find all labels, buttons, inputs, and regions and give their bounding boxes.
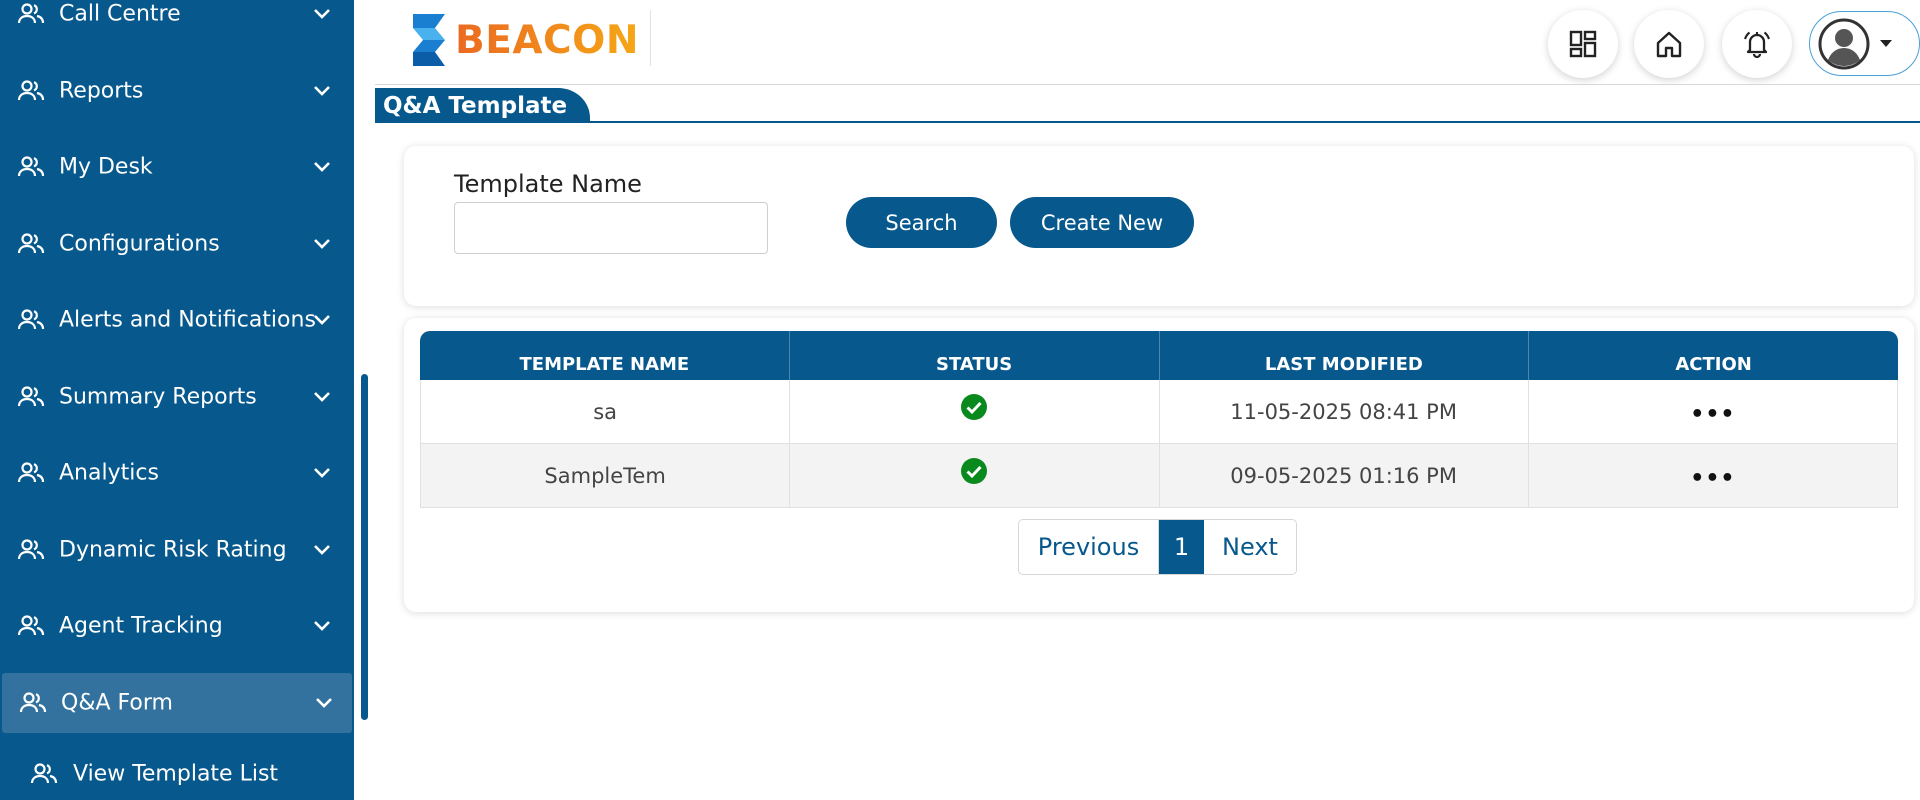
action-cell: •••	[1529, 444, 1898, 507]
users-icon	[17, 3, 45, 24]
more-actions-button[interactable]: •••	[1689, 462, 1737, 496]
chevron-down-icon	[314, 545, 330, 555]
chevron-down-icon	[314, 315, 330, 325]
sidebar-item-label: Configurations	[59, 231, 220, 257]
sidebar-subitem-view-template-list[interactable]: View Template List	[0, 748, 354, 800]
sidebar-item-label: Reports	[59, 78, 144, 104]
chevron-down-icon	[314, 9, 330, 19]
sidebar-item-label: Agent Tracking	[59, 613, 223, 639]
column-header-last-modified[interactable]: LAST MODIFIED	[1160, 331, 1530, 380]
status-cell	[790, 444, 1160, 507]
sidebar-item-label: Summary Reports	[59, 384, 257, 410]
page-title: Q&A Template	[375, 88, 590, 123]
create-new-button[interactable]: Create New	[1010, 197, 1194, 248]
sidebar-item-label: Q&A Form	[61, 690, 173, 716]
table-row: SampleTem 09-05-2025 01:16 PM •••	[420, 444, 1898, 508]
template-name-cell: SampleTem	[420, 444, 791, 507]
sidebar-item-reports[interactable]: Reports	[0, 61, 354, 121]
sidebar-item-label: Analytics	[59, 460, 159, 486]
more-actions-button[interactable]: •••	[1688, 397, 1737, 432]
users-icon	[17, 80, 45, 101]
users-icon	[19, 692, 47, 713]
chevron-down-icon	[314, 162, 330, 172]
table-header: TEMPLATE NAME STATUS LAST MODIFIED ACTIO…	[420, 331, 1898, 380]
users-icon	[17, 156, 45, 177]
template-name-cell: sa	[420, 380, 791, 443]
chevron-down-icon	[314, 468, 330, 478]
home-icon	[1656, 31, 1682, 58]
sidebar-item-my-desk[interactable]: My Desk	[0, 137, 354, 197]
logo-divider	[650, 10, 651, 66]
sidebar-item-dynamic-risk-rating[interactable]: Dynamic Risk Rating	[0, 520, 354, 580]
sidebar-item-label: Dynamic Risk Rating	[59, 537, 287, 563]
sidebar-scrollbar[interactable]	[361, 374, 368, 720]
sidebar-item-agent-tracking[interactable]: Agent Tracking	[0, 596, 354, 656]
chevron-down-icon	[316, 698, 332, 708]
users-icon	[30, 763, 58, 784]
sidebar-item-alerts-and-notifications[interactable]: Alerts and Notifications	[0, 290, 354, 350]
notifications-button[interactable]	[1722, 10, 1792, 78]
status-cell	[790, 380, 1160, 443]
chevron-down-icon	[314, 86, 330, 96]
sidebar-subitem-label: View Template List	[73, 761, 279, 787]
column-header-status[interactable]: STATUS	[790, 331, 1160, 380]
sidebar-item-summary-reports[interactable]: Summary Reports	[0, 367, 354, 427]
users-icon	[17, 233, 45, 254]
pagination: Previous 1 Next	[1018, 519, 1297, 575]
sidebar-item-qa-form[interactable]: Q&A Form	[2, 673, 352, 733]
caret-down-icon	[1880, 39, 1892, 47]
beacon-logo-icon	[413, 14, 445, 66]
previous-page-button[interactable]: Previous	[1019, 520, 1159, 574]
check-circle-icon	[961, 457, 988, 484]
users-icon	[17, 386, 45, 407]
last-modified-cell: 09-05-2025 01:16 PM	[1160, 444, 1529, 507]
users-icon	[17, 615, 45, 636]
column-header-action[interactable]: ACTION	[1529, 331, 1898, 380]
check-circle-icon	[961, 393, 988, 420]
chevron-down-icon	[314, 239, 330, 249]
page-title-underline	[375, 121, 1920, 123]
column-header-template-name[interactable]: TEMPLATE NAME	[420, 331, 790, 380]
sidebar-item-configurations[interactable]: Configurations	[0, 214, 354, 274]
next-page-button[interactable]: Next	[1204, 520, 1296, 574]
sidebar-item-label: Call Centre	[59, 1, 181, 27]
bell-icon	[1744, 31, 1770, 59]
template-name-label: Template Name	[454, 170, 642, 198]
beacon-logo[interactable]: BEACON	[405, 11, 650, 69]
page-1-button[interactable]: 1	[1159, 520, 1204, 574]
dashboard-icon	[1569, 30, 1597, 58]
logo-text: BEACON	[455, 17, 639, 63]
sidebar-item-label: My Desk	[59, 154, 153, 180]
users-icon	[17, 309, 45, 330]
chevron-down-icon	[314, 621, 330, 631]
action-cell: •••	[1529, 380, 1898, 443]
user-avatar-icon	[1818, 18, 1870, 69]
table-row: sa 11-05-2025 08:41 PM •••	[420, 380, 1898, 444]
profile-menu-button[interactable]	[1809, 11, 1920, 76]
search-button[interactable]: Search	[846, 197, 997, 248]
users-icon	[17, 539, 45, 560]
search-panel: Template Name Search Create New	[404, 146, 1914, 306]
chevron-down-icon	[314, 392, 330, 402]
template-name-input[interactable]	[454, 202, 768, 254]
sidebar-item-call-centre[interactable]: Call Centre	[0, 0, 354, 44]
home-button[interactable]	[1634, 10, 1704, 78]
template-table: TEMPLATE NAME STATUS LAST MODIFIED ACTIO…	[420, 331, 1898, 508]
sidebar-item-analytics[interactable]: Analytics	[0, 443, 354, 503]
last-modified-cell: 11-05-2025 08:41 PM	[1160, 380, 1529, 443]
dashboard-button[interactable]	[1548, 10, 1618, 78]
sidebar: Call Centre Reports My Desk Configuratio…	[0, 0, 354, 800]
header-divider	[375, 84, 1920, 85]
users-icon	[17, 462, 45, 483]
sidebar-item-label: Alerts and Notifications	[59, 307, 316, 333]
